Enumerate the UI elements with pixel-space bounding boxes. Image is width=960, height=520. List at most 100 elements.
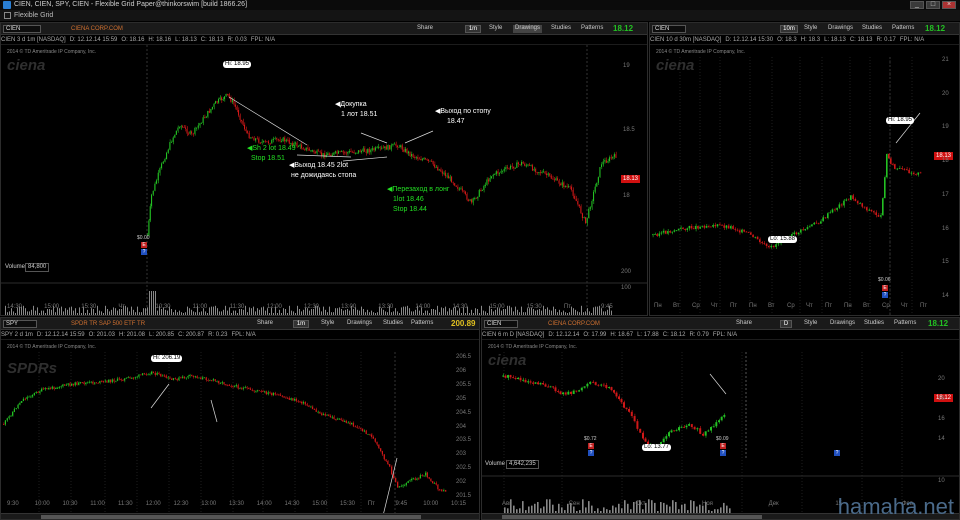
patterns-button[interactable]: Patterns (409, 320, 435, 328)
candle (46, 387, 48, 390)
volume-bar (61, 306, 62, 315)
candle (441, 489, 443, 491)
timeframe-button[interactable]: 1m (293, 320, 309, 328)
maximize-button[interactable]: □ (926, 1, 940, 9)
window-controls: _ □ × (910, 0, 956, 10)
volume-bar (107, 309, 108, 315)
price-chart[interactable] (650, 45, 960, 316)
vol-tick: 200 (621, 269, 632, 275)
share-button[interactable]: Share (255, 320, 275, 328)
volume-bar (263, 306, 264, 315)
candle (602, 161, 604, 165)
drawings-button[interactable]: Drawings (513, 25, 543, 33)
event-info-icon[interactable]: ? (882, 292, 888, 298)
candle (555, 178, 557, 181)
patterns-button[interactable]: Patterns (890, 25, 916, 33)
price-chart[interactable] (1, 45, 648, 316)
info-field: C: 18.12 (662, 332, 686, 338)
candle (295, 398, 297, 401)
price-chart[interactable] (482, 340, 960, 520)
candle (910, 172, 913, 174)
candle (357, 150, 359, 153)
event-info-icon[interactable]: ? (141, 249, 147, 255)
style-button[interactable]: Style (319, 320, 336, 328)
share-button[interactable]: Share (734, 320, 754, 328)
chart-panel-cien-30m: CIEN 10m Style Drawings Studies Patterns… (649, 22, 960, 316)
candle (743, 229, 745, 232)
candle (541, 171, 543, 173)
volume-bar (199, 312, 200, 315)
price-chart[interactable] (1, 340, 480, 520)
event-info-icon[interactable]: ? (588, 450, 594, 456)
candle (253, 390, 255, 392)
flexible-grid-menu[interactable]: Flexible Grid (14, 12, 53, 19)
patterns-button[interactable]: Patterns (892, 320, 918, 328)
candle (461, 188, 463, 191)
scroll-thumb[interactable] (502, 515, 762, 519)
candle (580, 206, 582, 214)
timeframe-button[interactable]: 1m (465, 25, 481, 33)
candle (752, 234, 754, 238)
style-button[interactable]: Style (802, 25, 819, 33)
minimize-button[interactable]: _ (910, 1, 924, 9)
patterns-button[interactable]: Patterns (579, 25, 605, 33)
event-price: $0.00 (137, 235, 150, 241)
candle (207, 380, 209, 381)
candle (249, 388, 252, 390)
studies-button[interactable]: Studies (549, 25, 573, 33)
candle (449, 176, 451, 179)
candle (566, 186, 568, 187)
candle (145, 373, 147, 375)
candle (761, 242, 763, 244)
earnings-icon[interactable]: E (720, 443, 726, 449)
candle (134, 377, 136, 379)
symbol-input[interactable]: SPY (3, 320, 37, 328)
symbol-input[interactable]: CIEN (3, 25, 41, 33)
drawings-button[interactable]: Drawings (826, 25, 855, 33)
drawings-button[interactable]: Drawings (345, 320, 374, 328)
candle (183, 127, 185, 129)
candle (221, 97, 222, 101)
candle (169, 377, 171, 379)
studies-button[interactable]: Studies (381, 320, 405, 328)
close-button[interactable]: × (942, 1, 956, 9)
timeframe-button[interactable]: D (780, 320, 792, 328)
y-tick: 202 (456, 479, 467, 486)
scroll-thumb[interactable] (41, 515, 421, 519)
candle (673, 230, 676, 232)
earnings-icon[interactable]: E (882, 285, 888, 291)
symbol-input[interactable]: CIEN (484, 320, 518, 328)
candle (474, 197, 476, 199)
volume-bar (89, 313, 90, 315)
earnings-icon[interactable]: E (588, 443, 594, 449)
candle (41, 388, 43, 392)
volume-bar (521, 306, 522, 315)
candle (542, 383, 544, 385)
candle (179, 127, 180, 129)
style-button[interactable]: Style (487, 25, 504, 33)
candle (511, 165, 513, 167)
earnings-icon[interactable]: E (141, 242, 147, 248)
volume-bar (219, 311, 220, 315)
candle (255, 390, 257, 392)
candle (319, 151, 321, 153)
candle (836, 207, 838, 210)
horizontal-scrollbar[interactable] (1, 513, 479, 519)
candle (336, 418, 339, 420)
symbol-input[interactable]: CIEN (652, 25, 686, 33)
candle (78, 382, 80, 385)
style-button[interactable]: Style (802, 320, 819, 328)
studies-button[interactable]: Studies (860, 25, 884, 33)
event-info-icon[interactable]: ? (834, 450, 840, 456)
candle (63, 384, 66, 386)
candle (494, 174, 496, 175)
x-tick: Пт (825, 303, 833, 309)
volume-bar (141, 312, 142, 315)
timeframe-button[interactable]: 10m (780, 25, 798, 33)
candle (166, 152, 167, 160)
event-info-icon[interactable]: ? (720, 450, 726, 456)
share-button[interactable]: Share (415, 25, 435, 33)
studies-button[interactable]: Studies (862, 320, 886, 328)
drawings-button[interactable]: Drawings (828, 320, 857, 328)
volume-bar (125, 305, 126, 315)
